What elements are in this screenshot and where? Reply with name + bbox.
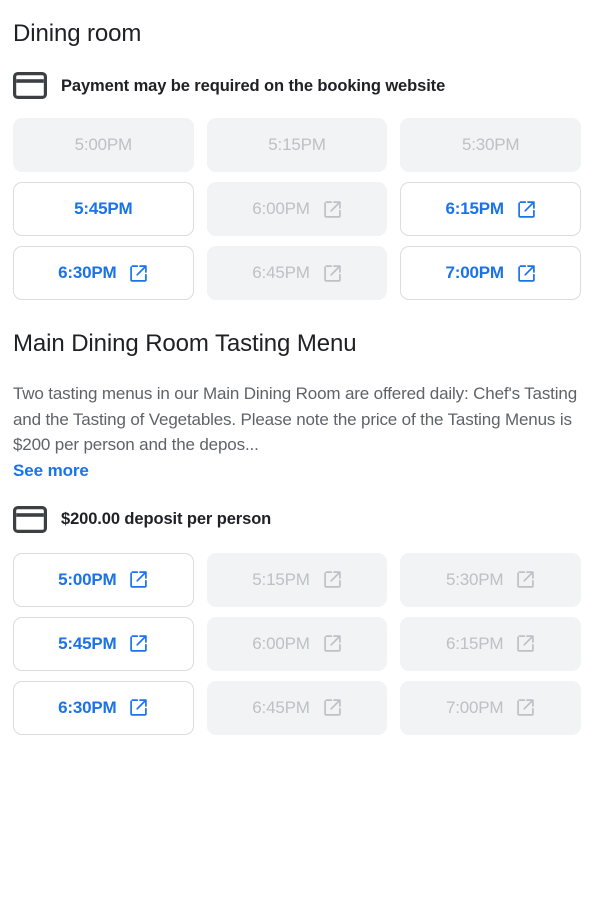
see-more-link[interactable]: See more (13, 459, 89, 483)
time-slot-button: 5:00PM (13, 118, 194, 172)
external-link-icon (517, 200, 536, 219)
external-link-icon (129, 570, 148, 589)
payment-note-dining: Payment may be required on the booking w… (13, 72, 581, 99)
time-slot-button: 5:30PM (400, 552, 581, 607)
external-link-icon (129, 634, 148, 653)
time-slot-button[interactable]: 7:00PM (400, 246, 581, 300)
time-slot-label: 5:15PM (268, 135, 326, 154)
time-slot-button: 5:30PM (400, 118, 581, 172)
time-slot-button: 5:15PM (206, 552, 388, 607)
external-link-icon (323, 264, 342, 283)
credit-card-icon (13, 505, 47, 533)
time-slot-label: 6:30PM (58, 263, 117, 282)
time-slot-button[interactable]: 6:30PM (13, 246, 194, 300)
time-slot-label: 5:15PM (252, 569, 310, 589)
time-slot-button[interactable]: 5:00PM (13, 552, 194, 607)
deposit-note-text: $200.00 deposit per person (61, 510, 272, 528)
time-slot-label: 5:00PM (74, 135, 133, 154)
time-slot-button[interactable]: 6:30PM (13, 680, 194, 735)
page-title: Dining room (13, 20, 142, 47)
tasting-menu-description: Two tasting menus in our Main Dining Roo… (13, 384, 577, 454)
time-slot-label: 7:00PM (445, 697, 504, 717)
time-slot-label: 6:00PM (252, 633, 310, 653)
time-slot-button[interactable]: 5:45PM (13, 182, 194, 236)
time-slot-label: 5:45PM (74, 199, 133, 218)
time-slot-label: 5:30PM (445, 569, 504, 589)
time-slot-label: 5:00PM (58, 569, 117, 589)
time-slot-label: 6:45PM (252, 697, 310, 717)
time-slot-label: 6:45PM (252, 263, 310, 282)
external-link-icon (517, 264, 536, 283)
time-slot-label: 6:00PM (252, 199, 310, 218)
time-slot-button[interactable]: 6:15PM (400, 182, 581, 236)
time-slot-label: 7:00PM (445, 263, 505, 282)
time-slot-grid-tasting-menu: 5:00PM 5:15PM 5:30PM 5:45PM 6:00PM 6:15PM 6:30… (13, 552, 581, 735)
external-link-icon (129, 264, 148, 283)
payment-note-deposit: $200.00 deposit per person (13, 505, 581, 533)
section-title-tasting-menu: Main Dining Room Tasting Menu (13, 330, 357, 357)
time-slot-button: 5:15PM (206, 118, 388, 172)
time-slot-button: 7:00PM (400, 680, 581, 735)
external-link-icon (323, 200, 342, 219)
external-link-icon (516, 698, 535, 717)
time-slot-button: 6:15PM (400, 616, 581, 671)
time-slot-label: 5:30PM (461, 135, 520, 154)
time-slot-grid-dining: 5:00PM 5:15PM 5:30PM 5:45PM 6:00PM 6:15PM 6:30… (13, 118, 581, 300)
time-slot-button: 6:45PM (206, 246, 388, 300)
external-link-icon (323, 634, 342, 653)
reservation-panel: Dining room Payment may be required on t… (0, 0, 594, 922)
time-slot-label: 6:30PM (58, 697, 117, 717)
time-slot-label: 5:45PM (58, 633, 117, 653)
time-slot-button[interactable]: 5:45PM (13, 616, 194, 671)
time-slot-label: 6:15PM (445, 633, 504, 653)
time-slot-button: 6:00PM (206, 182, 388, 236)
external-link-icon (129, 698, 148, 717)
time-slot-label: 6:15PM (445, 199, 505, 218)
time-slot-button: 6:45PM (206, 680, 388, 735)
credit-card-icon (13, 72, 47, 99)
payment-note-text: Payment may be required on the booking w… (61, 76, 446, 95)
time-slot-button: 6:00PM (206, 616, 388, 671)
external-link-icon (323, 698, 342, 717)
external-link-icon (516, 570, 535, 589)
external-link-icon (516, 634, 535, 653)
external-link-icon (323, 570, 342, 589)
